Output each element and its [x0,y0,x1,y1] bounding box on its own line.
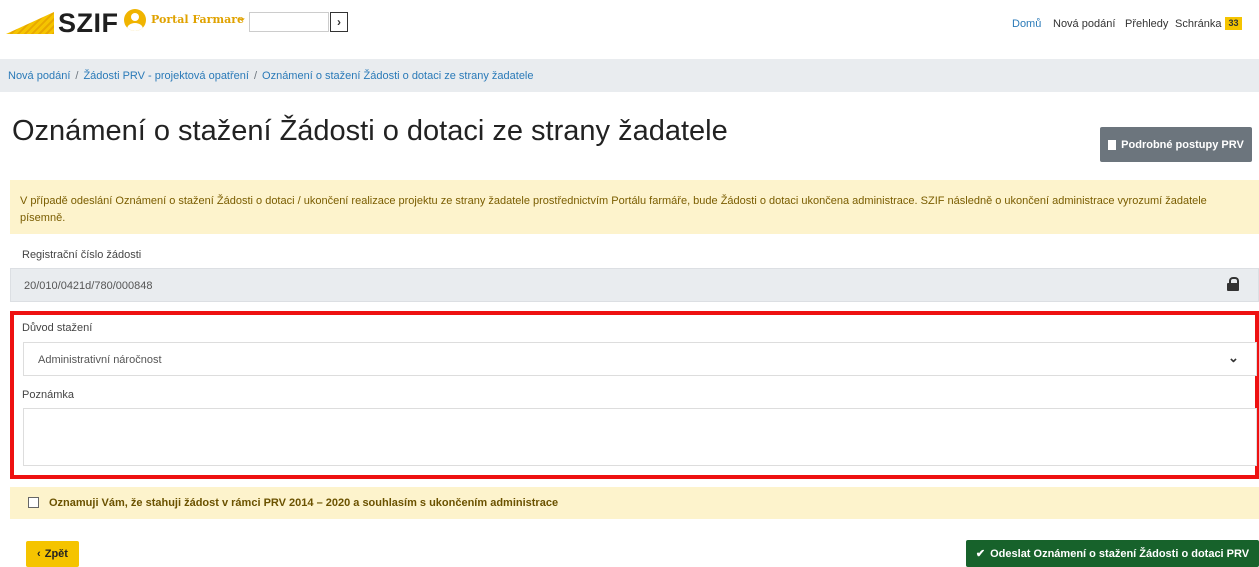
reason-label: Důvod stažení [22,322,93,334]
reason-select-value: Administrativní náročnost [38,354,162,366]
consent-checkbox[interactable] [28,497,39,508]
nav-home[interactable]: Domů [1012,18,1041,30]
note-label: Poznámka [22,389,74,401]
check-icon: ✔ [975,548,986,560]
breadcrumb-item[interactable]: Oznámení o stažení Žádosti o dotaci ze s… [262,70,533,82]
lock-icon [1227,277,1239,291]
note-textarea[interactable] [23,408,1257,466]
registration-field [10,268,1259,302]
logo-stripes [6,12,54,34]
procedures-button[interactable]: Podrobné postupy PRV [1100,127,1252,162]
submit-button-label: Odeslat Oznámení o stažení Žádosti o dot… [990,547,1250,560]
breadcrumb: Nová podání / Žádosti PRV - projektová opa… [8,70,534,82]
nav-new-submissions[interactable]: Nová podání [1053,18,1115,30]
info-alert-text: V případě odeslání Oznámení o stažení Žá… [20,195,1207,224]
breadcrumb-item[interactable]: Žádosti PRV - projektová opatření [83,70,249,82]
chevron-down-icon[interactable]: ⌄ [1228,350,1239,366]
user-icon[interactable] [124,9,146,31]
reason-select[interactable] [23,342,1257,376]
procedures-button-label: Podrobné postupy PRV [1121,138,1244,151]
consent-label[interactable]: Oznamuji Vám, že stahuji žádost v rámci … [49,497,558,509]
submit-button[interactable]: ✔ Odeslat Oznámení o stažení Žádosti o d… [966,540,1259,567]
chevron-right-icon[interactable]: › [330,12,348,32]
nav-overviews[interactable]: Přehledy [1125,18,1168,30]
inbox-count-badge[interactable]: 33 [1225,17,1242,30]
chevron-down-icon[interactable]: ⌄ [237,10,247,24]
back-button-label: Zpět [44,548,68,560]
logo[interactable]: SZIF [58,8,119,39]
back-button[interactable]: ‹ Zpět [26,541,79,567]
portal-menu[interactable]: Portal Farmare [151,13,244,26]
page-title: Oznámení o stažení Žádosti o dotaci ze s… [12,115,728,147]
nav-inbox[interactable]: Schránka [1175,18,1221,30]
document-icon [1108,139,1117,150]
registration-value: 20/010/0421d/780/000848 [24,280,153,292]
header-search-input[interactable] [249,12,329,32]
registration-label: Registrační číslo žádosti [22,249,142,261]
breadcrumb-item[interactable]: Nová podání [8,70,70,82]
chevron-left-icon: ‹ [37,548,41,560]
